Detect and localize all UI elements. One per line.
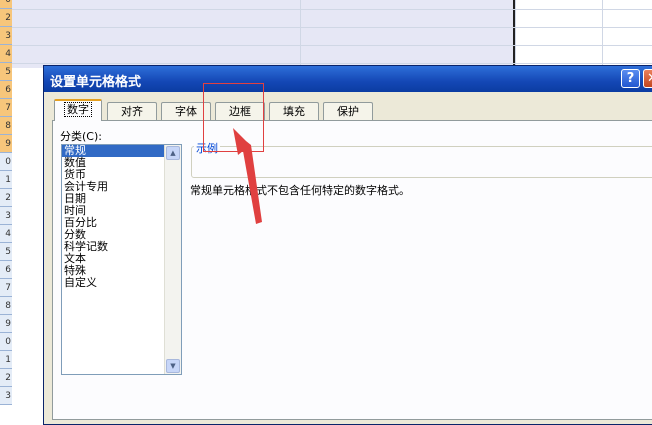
arrow-shape: [233, 128, 262, 224]
tab-number[interactable]: 数字: [54, 99, 102, 121]
annotation-arrow: [233, 128, 262, 224]
